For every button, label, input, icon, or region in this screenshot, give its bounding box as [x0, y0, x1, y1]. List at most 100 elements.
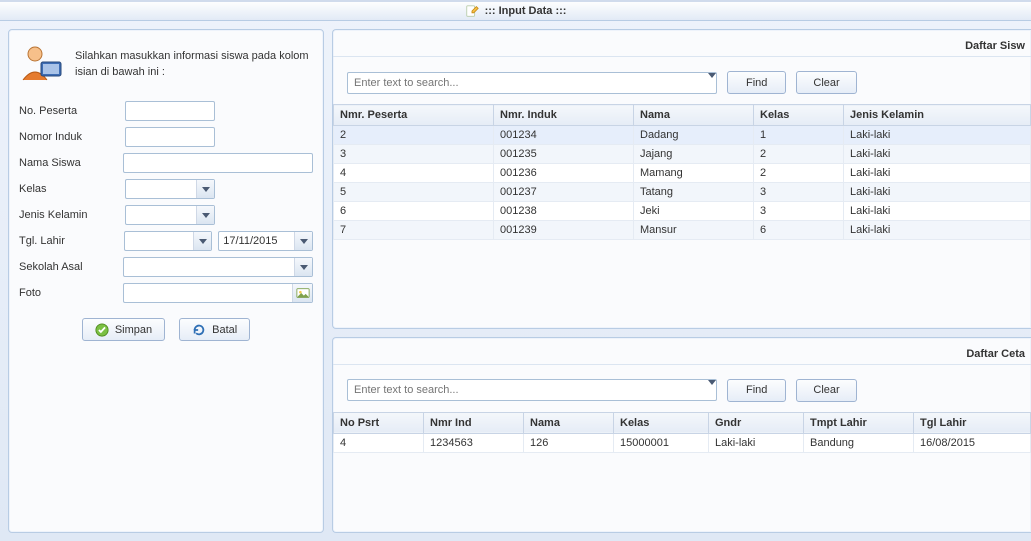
table-cell[interactable]: Tatang — [634, 183, 754, 202]
chevron-down-icon[interactable] — [196, 206, 214, 224]
siswa-searchbox[interactable] — [347, 72, 717, 94]
column-header[interactable]: Nmr. Peserta — [334, 105, 494, 126]
user-computer-icon — [19, 42, 65, 88]
table-cell[interactable]: Mansur — [634, 221, 754, 240]
table-row[interactable]: 3001235Jajang2Laki-laki — [334, 145, 1031, 164]
column-header[interactable]: Nama — [524, 412, 614, 433]
siswa-grid-wrap: Nmr. PesertaNmr. IndukNamaKelasJenis Kel… — [333, 104, 1031, 240]
table-cell[interactable]: 001239 — [494, 221, 634, 240]
table-cell[interactable]: 3 — [334, 145, 494, 164]
table-row[interactable]: 7001239Mansur6Laki-laki — [334, 221, 1031, 240]
table-cell[interactable]: 1234563 — [424, 433, 524, 452]
no-peserta-input[interactable] — [125, 101, 215, 121]
table-cell[interactable]: 2 — [754, 145, 844, 164]
siswa-panel-title: Daftar Sisw — [333, 30, 1031, 57]
table-cell[interactable]: Laki-laki — [709, 433, 804, 452]
table-cell[interactable]: Laki-laki — [844, 221, 1031, 240]
table-cell[interactable]: 126 — [524, 433, 614, 452]
table-cell[interactable]: 1 — [754, 126, 844, 145]
table-row[interactable]: 5001237Tatang3Laki-laki — [334, 183, 1031, 202]
table-cell[interactable]: Mamang — [634, 164, 754, 183]
siswa-find-button[interactable]: Find — [727, 71, 786, 94]
column-header[interactable]: Jenis Kelamin — [844, 105, 1031, 126]
siswa-clear-button[interactable]: Clear — [796, 71, 856, 94]
nomor-induk-input[interactable] — [125, 127, 215, 147]
cetak-find-button[interactable]: Find — [727, 379, 786, 402]
titlebar: ::: Input Data ::: — [0, 0, 1031, 21]
table-cell[interactable]: 001234 — [494, 126, 634, 145]
chevron-down-icon[interactable] — [708, 380, 716, 400]
table-cell[interactable]: 6 — [334, 202, 494, 221]
table-cell[interactable]: Laki-laki — [844, 145, 1031, 164]
table-cell[interactable]: 001236 — [494, 164, 634, 183]
chevron-down-icon[interactable] — [193, 232, 211, 250]
table-cell[interactable]: 6 — [754, 221, 844, 240]
table-cell[interactable]: Dadang — [634, 126, 754, 145]
chevron-down-icon[interactable] — [294, 232, 312, 250]
column-header[interactable]: Gndr — [709, 412, 804, 433]
cetak-grid[interactable]: No PsrtNmr IndNamaKelasGndrTmpt LahirTgl… — [333, 412, 1031, 453]
save-button[interactable]: Simpan — [82, 318, 165, 341]
table-cell[interactable]: 001235 — [494, 145, 634, 164]
table-cell[interactable]: 5 — [334, 183, 494, 202]
table-cell[interactable]: 2 — [334, 126, 494, 145]
tgl-lahir-right-value: 17/11/2015 — [223, 235, 277, 247]
table-cell[interactable]: 4 — [334, 164, 494, 183]
column-header[interactable]: Nmr. Induk — [494, 105, 634, 126]
siswa-search-input[interactable] — [348, 75, 708, 91]
chevron-down-icon[interactable] — [294, 258, 312, 276]
table-cell[interactable]: 3 — [754, 183, 844, 202]
table-cell[interactable]: 001237 — [494, 183, 634, 202]
tgl-lahir-date-input[interactable]: 17/11/2015 — [218, 231, 313, 251]
column-header[interactable]: Tmpt Lahir — [804, 412, 914, 433]
table-cell[interactable]: Jeki — [634, 202, 754, 221]
table-row[interactable]: 4123456312615000001Laki-lakiBandung16/08… — [334, 433, 1031, 452]
siswa-list-panel: Daftar Sisw Find Clear Nmr. PesertaNmr. … — [332, 29, 1031, 329]
foto-input-wrapper — [123, 283, 313, 303]
cetak-grid-wrap: No PsrtNmr IndNamaKelasGndrTmpt LahirTgl… — [333, 412, 1031, 453]
cancel-button[interactable]: Batal — [179, 318, 250, 341]
table-cell[interactable]: Laki-laki — [844, 164, 1031, 183]
column-header[interactable]: No Psrt — [334, 412, 424, 433]
jenis-kelamin-combo[interactable] — [125, 205, 215, 225]
kelas-combo[interactable] — [125, 179, 215, 199]
table-row[interactable]: 4001236Mamang2Laki-laki — [334, 164, 1031, 183]
label-nama-siswa: Nama Siswa — [19, 157, 123, 169]
table-cell[interactable]: 001238 — [494, 202, 634, 221]
column-header[interactable]: Nama — [634, 105, 754, 126]
cetak-clear-button[interactable]: Clear — [796, 379, 856, 402]
table-cell[interactable]: 2 — [754, 164, 844, 183]
label-kelas: Kelas — [19, 183, 125, 195]
column-header[interactable]: Kelas — [754, 105, 844, 126]
chevron-down-icon[interactable] — [708, 73, 716, 93]
nama-siswa-input[interactable] — [123, 153, 313, 173]
table-cell[interactable]: 3 — [754, 202, 844, 221]
tgl-lahir-left-combo[interactable] — [124, 231, 213, 251]
table-row[interactable]: 2001234Dadang1Laki-laki — [334, 126, 1031, 145]
table-cell[interactable]: Laki-laki — [844, 202, 1031, 221]
table-cell[interactable]: 7 — [334, 221, 494, 240]
siswa-grid[interactable]: Nmr. PesertaNmr. IndukNamaKelasJenis Kel… — [333, 104, 1031, 240]
cetak-list-panel: Daftar Ceta Find Clear No PsrtNmr IndNam… — [332, 337, 1031, 533]
column-header[interactable]: Nmr Ind — [424, 412, 524, 433]
cetak-searchbox[interactable] — [347, 379, 717, 401]
label-sekolah-asal: Sekolah Asal — [19, 261, 123, 273]
table-cell[interactable]: 15000001 — [614, 433, 709, 452]
browse-image-button[interactable] — [292, 284, 312, 302]
save-label: Simpan — [115, 324, 152, 336]
table-row[interactable]: 6001238Jeki3Laki-laki — [334, 202, 1031, 221]
table-cell[interactable]: Jajang — [634, 145, 754, 164]
table-cell[interactable]: Bandung — [804, 433, 914, 452]
table-cell[interactable]: 16/08/2015 — [914, 433, 1031, 452]
sekolah-asal-combo[interactable] — [123, 257, 313, 277]
chevron-down-icon[interactable] — [196, 180, 214, 198]
refresh-icon — [192, 323, 206, 337]
cetak-search-input[interactable] — [348, 382, 708, 398]
table-cell[interactable]: Laki-laki — [844, 183, 1031, 202]
table-cell[interactable]: 4 — [334, 433, 424, 452]
column-header[interactable]: Tgl Lahir — [914, 412, 1031, 433]
table-cell[interactable]: Laki-laki — [844, 126, 1031, 145]
column-header[interactable]: Kelas — [614, 412, 709, 433]
foto-input[interactable] — [128, 286, 292, 300]
cetak-panel-title: Daftar Ceta — [333, 338, 1031, 365]
